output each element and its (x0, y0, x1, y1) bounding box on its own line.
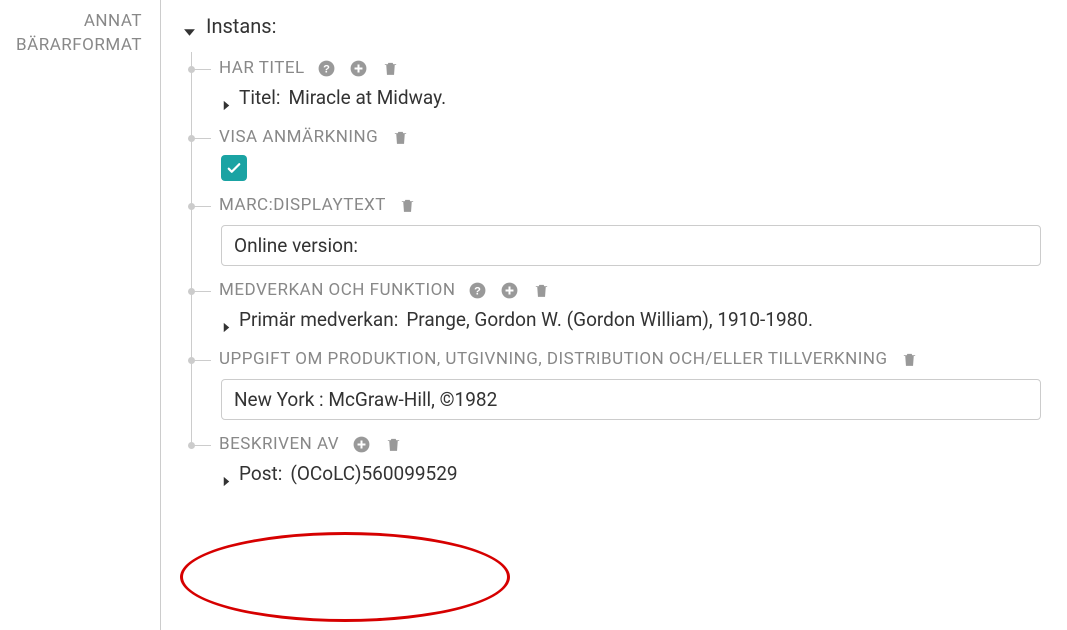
field-label: UPPGIFT OM PRODUKTION, UTGIVNING, DISTRI… (219, 349, 888, 369)
field-visa-anmarkning: VISA ANMÄRKNING (183, 121, 1067, 181)
chevron-right-icon (221, 93, 231, 103)
field-har-titel: HAR TITEL ? Titel: Mira (183, 52, 1067, 113)
trash-icon[interactable] (383, 434, 403, 454)
help-icon[interactable]: ? (317, 58, 337, 78)
chevron-right-icon (221, 469, 231, 479)
trash-icon[interactable] (900, 349, 920, 369)
medverkan-prefix: Primär medverkan: (239, 308, 398, 331)
sidebar-line2: BÄRARFORMAT (0, 34, 142, 58)
field-beskriven-av: BESKRIVEN AV Post: (OCoLC)560099529 (183, 428, 1067, 489)
beskriven-row[interactable]: Post: (OCoLC)560099529 (219, 458, 1067, 489)
section-header[interactable]: Instans: (161, 10, 1067, 44)
add-icon[interactable] (499, 280, 519, 300)
main-panel: Instans: HAR TITEL ? (160, 0, 1067, 630)
chevron-right-icon (221, 315, 231, 325)
trash-icon[interactable] (398, 195, 418, 215)
svg-text:?: ? (323, 63, 330, 75)
add-icon[interactable] (351, 434, 371, 454)
checkbox[interactable] (221, 155, 247, 181)
help-icon[interactable]: ? (467, 280, 487, 300)
titel-row[interactable]: Titel: Miracle at Midway. (219, 82, 1067, 113)
trash-icon[interactable] (390, 127, 410, 147)
add-icon[interactable] (349, 58, 369, 78)
svg-text:?: ? (474, 285, 481, 297)
beskriven-prefix: Post: (239, 462, 282, 485)
field-displaytext: MARC:DISPLAYTEXT (183, 189, 1067, 266)
produktion-input[interactable] (221, 379, 1041, 420)
chevron-down-icon (183, 20, 196, 33)
field-produktion: UPPGIFT OM PRODUKTION, UTGIVNING, DISTRI… (183, 343, 1067, 420)
beskriven-value: (OCoLC)560099529 (290, 462, 457, 485)
field-label: BESKRIVEN AV (219, 434, 339, 454)
sidebar-label: ANNAT BÄRARFORMAT (0, 0, 160, 630)
medverkan-row[interactable]: Primär medverkan: Prange, Gordon W. (Gor… (219, 304, 1067, 335)
field-label: HAR TITEL (219, 58, 305, 78)
section-title: Instans: (206, 14, 276, 38)
titel-prefix: Titel: (239, 86, 280, 109)
trash-icon[interactable] (531, 280, 551, 300)
field-label: MEDVERKAN OCH FUNKTION (219, 280, 455, 300)
titel-value: Miracle at Midway. (288, 86, 446, 109)
field-label: VISA ANMÄRKNING (219, 127, 378, 147)
displaytext-input[interactable] (221, 225, 1041, 266)
trash-icon[interactable] (381, 58, 401, 78)
sidebar-line1: ANNAT (0, 10, 142, 34)
field-medverkan: MEDVERKAN OCH FUNKTION ? Primär m (183, 274, 1067, 335)
medverkan-value: Prange, Gordon W. (Gordon William), 1910… (406, 308, 813, 331)
field-label: MARC:DISPLAYTEXT (219, 195, 386, 215)
